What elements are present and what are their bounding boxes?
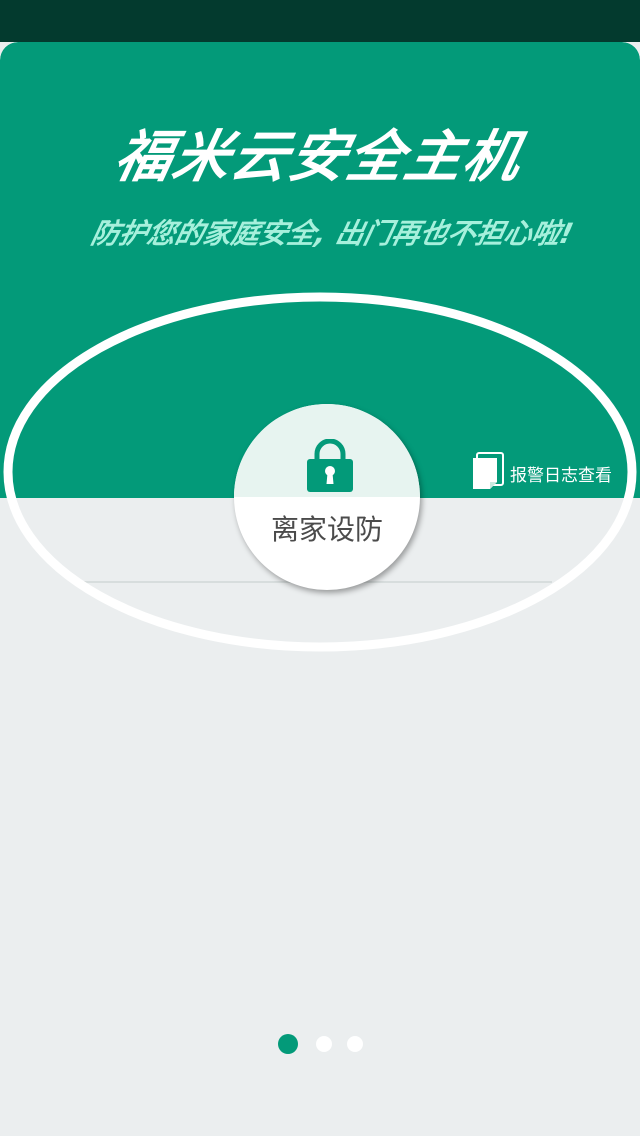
away-arm-button[interactable]: 离家设防 — [234, 404, 420, 590]
lock-icon — [307, 439, 353, 492]
alarm-log-link[interactable]: 报警日志查看 — [472, 452, 640, 492]
alarm-log-label: 报警日志查看 — [510, 466, 612, 486]
page-dot-2[interactable] — [316, 1036, 332, 1052]
page-dot-1[interactable] — [278, 1034, 298, 1054]
page-dot-3[interactable] — [347, 1036, 363, 1052]
page-indicator — [0, 1032, 640, 1056]
app-subtitle: 防护您的家庭安全, 出门再也不担心啦! — [88, 217, 577, 250]
document-icon — [473, 452, 504, 489]
arm-button-label: 离家设防 — [270, 513, 383, 546]
main-card: 福米云安全主机 防护您的家庭安全, 出门再也不担心啦! 离家设防 报警日志查看 — [0, 42, 640, 1136]
app-title: 福米云安全主机 — [109, 125, 529, 190]
status-bar — [0, 0, 640, 42]
